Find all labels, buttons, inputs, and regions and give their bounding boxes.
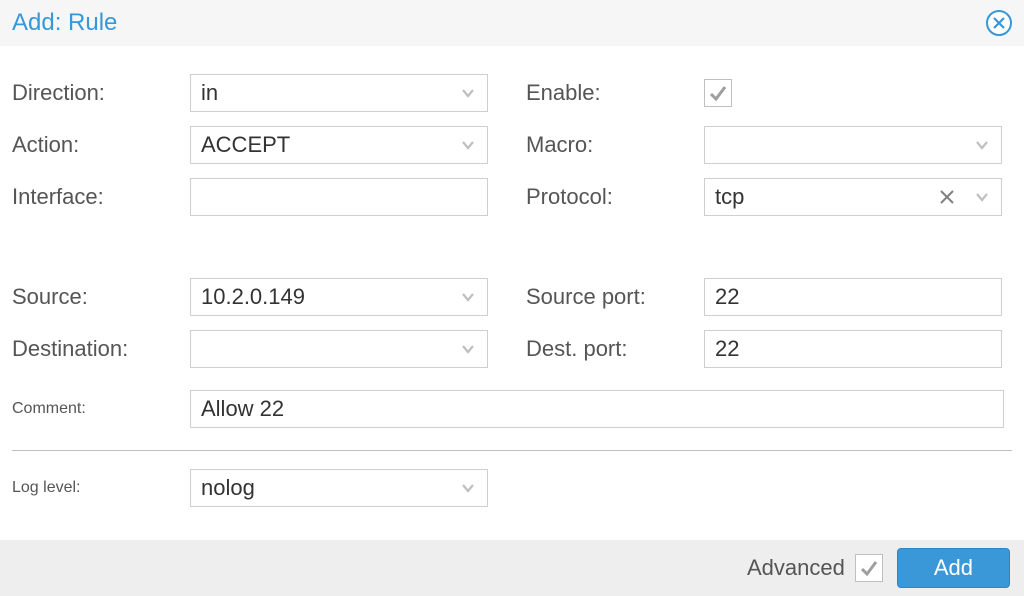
dest-port-label: Dest. port: — [526, 336, 704, 362]
macro-select[interactable] — [704, 126, 1002, 164]
divider — [12, 450, 1012, 451]
chevron-down-icon — [973, 136, 991, 154]
chevron-down-icon — [459, 136, 477, 154]
chevron-down-icon — [973, 188, 991, 206]
enable-cell — [704, 79, 1002, 108]
protocol-value: tcp — [715, 184, 939, 210]
source-port-field[interactable] — [715, 279, 991, 315]
chevron-down-icon — [459, 84, 477, 102]
loglevel-row: Log level: nolog — [12, 469, 1012, 507]
chevron-down-icon — [459, 479, 477, 497]
protocol-label: Protocol: — [526, 184, 704, 210]
source-port-input[interactable] — [704, 278, 1002, 316]
comment-row: Comment: — [12, 390, 1012, 428]
titlebar: Add: Rule — [0, 0, 1024, 46]
interface-label: Interface: — [12, 184, 190, 210]
macro-label: Macro: — [526, 132, 704, 158]
advanced-toggle[interactable]: Advanced — [747, 554, 883, 582]
enable-label: Enable: — [526, 80, 704, 106]
close-button[interactable] — [986, 10, 1012, 36]
source-port-label: Source port: — [526, 284, 704, 310]
source-value: 10.2.0.149 — [201, 284, 453, 310]
close-icon — [992, 16, 1006, 30]
interface-field[interactable] — [201, 179, 477, 215]
direction-select[interactable]: in — [190, 74, 488, 112]
chevron-down-icon — [459, 288, 477, 306]
action-label: Action: — [12, 132, 190, 158]
dialog-title: Add: Rule — [12, 9, 117, 37]
grid-spacer — [12, 230, 1002, 264]
dialog-footer: Advanced Add — [0, 540, 1024, 596]
source-label: Source: — [12, 284, 190, 310]
clear-icon[interactable] — [939, 189, 955, 205]
comment-input[interactable] — [190, 390, 1004, 428]
destination-label: Destination: — [12, 336, 190, 362]
dest-port-input[interactable] — [704, 330, 1002, 368]
check-icon — [859, 558, 879, 578]
check-icon — [708, 83, 728, 103]
action-select[interactable]: ACCEPT — [190, 126, 488, 164]
form-grid: Direction: in Enable: Action: ACCEPT Mac… — [12, 74, 1012, 368]
dest-port-field[interactable] — [715, 331, 991, 367]
action-value: ACCEPT — [201, 132, 453, 158]
direction-label: Direction: — [12, 80, 190, 106]
add-rule-dialog: Add: Rule Direction: in Enable: Action: — [0, 0, 1024, 596]
enable-checkbox[interactable] — [704, 79, 732, 107]
advanced-label: Advanced — [747, 555, 845, 581]
comment-field[interactable] — [201, 391, 993, 427]
interface-input[interactable] — [190, 178, 488, 216]
source-select[interactable]: 10.2.0.149 — [190, 278, 488, 316]
loglevel-label: Log level: — [12, 479, 190, 497]
loglevel-select[interactable]: nolog — [190, 469, 488, 507]
destination-select[interactable] — [190, 330, 488, 368]
direction-value: in — [201, 80, 453, 106]
comment-label: Comment: — [12, 400, 190, 418]
dialog-body: Direction: in Enable: Action: ACCEPT Mac… — [0, 46, 1024, 540]
advanced-checkbox[interactable] — [855, 554, 883, 582]
chevron-down-icon — [459, 340, 477, 358]
protocol-select[interactable]: tcp — [704, 178, 1002, 216]
loglevel-value: nolog — [201, 475, 453, 501]
add-button[interactable]: Add — [897, 548, 1010, 588]
